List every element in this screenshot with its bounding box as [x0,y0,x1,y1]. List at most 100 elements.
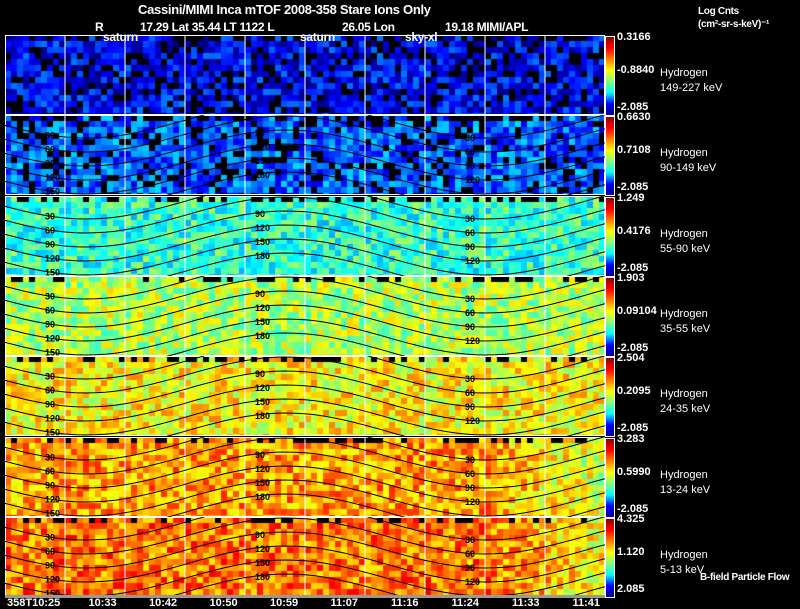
colorbar-cmax-label: 2.504 [617,352,645,365]
colorbar-1 [605,36,615,116]
energy-range-label: 90-149 keV [660,162,717,175]
species-label: Hydrogen [660,388,708,401]
colorbar-units: (cm²-sr-s-keV)⁻¹ [698,19,770,30]
contour-overlay: 30 30 60 60 90 90 90 120 120 120 150 150 180 [5,356,605,437]
spectrogram-panel-4: 30 30 60 60 90 90 90 120 120 120 150 150 180 [5,275,605,356]
contour-label: 180 [255,411,270,421]
contour-label: 60 [45,225,55,235]
energy-range-label: 149-227 keV [660,82,723,94]
contour-label: 60 [465,549,475,559]
contour-label: 60 [465,388,475,398]
energy-range-label: 55-90 keV [660,242,711,255]
panel-label: Hydrogen 90-149 keV [660,146,716,176]
contour-label: 60 [45,145,55,155]
contour-label: 30 [465,294,475,304]
contour-label: 150 [255,317,270,327]
marker-saturn-2: saturn [300,30,335,44]
contour-label: 120 [45,253,60,263]
contour-label: 30 [465,214,475,224]
ephemeris: 17.29 Lat 35.44 LT 1122 L [140,20,275,34]
colorbar-cmid-label: 0.2095 [617,385,651,398]
chart-title: Cassini/MIMI Inca mTOF 2008-358 Stare Io… [138,2,431,17]
energy-range-label: 35-55 keV [660,322,711,335]
colorbar-cmid-label: -0.8840 [617,64,655,76]
colorbar-3 [605,196,615,277]
x-tick-label: 10:33 [88,597,117,609]
contour-label: 120 [465,497,480,507]
contour-label: 90 [255,450,265,460]
contour-label: 30 [465,374,475,384]
contour-label: 180 [255,572,270,582]
colorbar-cmax-label: 0.6630 [617,111,651,124]
x-tick-label: 358T10:25 [7,597,61,609]
contour-label: 90 [465,402,475,412]
contour-label: 60 [465,147,475,157]
contour-label: 150 [255,237,270,247]
contour-label: 60 [465,228,475,238]
contour-label: 120 [45,333,60,343]
contour-label: 120 [255,142,270,152]
x-tick-label: 10:42 [149,597,178,609]
panel-label: Hydrogen 13-24 keV [660,468,710,498]
contour-label: 150 [255,156,270,166]
contour-label: 150 [255,478,270,488]
contour-label: 120 [255,223,270,233]
contour-label: 90 [45,560,55,570]
contour-label: 90 [465,161,475,171]
contour-label: 150 [45,508,60,517]
contour-label: 120 [45,574,60,584]
colorbar-6 [605,437,615,518]
panel-label: Hydrogen 35-55 keV [660,307,710,337]
colorbar-cmid-label: 0.4176 [617,224,651,237]
colorbar-cmid-label: 1.120 [617,545,645,558]
contour-label: 180 [255,492,270,502]
contour-label: 60 [45,466,55,476]
contour-label: 90 [45,480,55,490]
marker-sky: sky-xl [405,30,438,44]
colorbar-cmid-label: 0.09104 [617,304,657,317]
contour-label: 30 [465,455,475,465]
contour-label: 120 [45,414,60,424]
energy-range-label: 24-35 keV [660,403,711,416]
contour-label: 30 [45,452,55,462]
contour-label: 150 [45,187,60,196]
species-label: Hydrogen [660,67,708,79]
contour-label: 180 [255,251,270,261]
contour-label: 150 [45,347,60,356]
colorbar-cmax-label: 0.3166 [617,31,651,43]
contour-label: 90 [45,239,55,249]
contour-overlay: 30 30 60 60 90 90 90 120 120 120 150 150 180 [5,275,605,356]
species-label: Hydrogen [660,147,708,160]
x-tick-label: 11:41 [572,597,601,609]
contour-label: 30 [45,532,55,542]
colorbar-2 [605,116,615,197]
colorbar-cmax-label: 1.903 [617,271,645,284]
contour-label: 90 [45,159,55,169]
contour-label: 150 [45,267,60,276]
x-tick-label: 10:50 [209,597,238,609]
contour-label: 30 [465,133,475,143]
colorbar-7 [605,517,615,598]
contour-label: 90 [255,128,265,138]
contour-label: 120 [465,336,480,346]
contour-label: 120 [465,175,480,185]
spectrogram-panel-2: 30 30 60 60 90 90 90 120 120 120 150 150 180 [5,115,605,196]
contour-label: 90 [45,400,55,410]
spectrogram-panel-7: 30 30 60 60 90 90 90 120 120 120 150 150 180 [5,516,605,597]
contour-label: 120 [255,303,270,313]
x-tick-label: 11:24 [451,597,480,609]
spectrogram-panel-3: 30 30 60 60 90 90 90 120 120 120 150 150 180 [5,195,605,276]
contour-label: 90 [465,322,475,332]
contour-label: 90 [255,530,265,540]
x-tick-label: 10:59 [270,597,299,609]
contour-overlay: 30 30 60 60 90 90 90 120 120 120 150 150 180 [5,436,605,517]
contour-label: 120 [465,416,480,426]
contour-label: 90 [465,483,475,493]
contour-overlay: 30 30 60 60 90 90 90 120 120 120 150 150 180 [5,195,605,276]
contour-label: 120 [45,494,60,504]
colorbar-cmax-label: 3.283 [617,432,645,445]
contour-label: 60 [45,386,55,396]
x-tick-label: 11:16 [391,597,419,609]
contour-label: 150 [255,558,270,568]
contour-label: 90 [465,242,475,252]
